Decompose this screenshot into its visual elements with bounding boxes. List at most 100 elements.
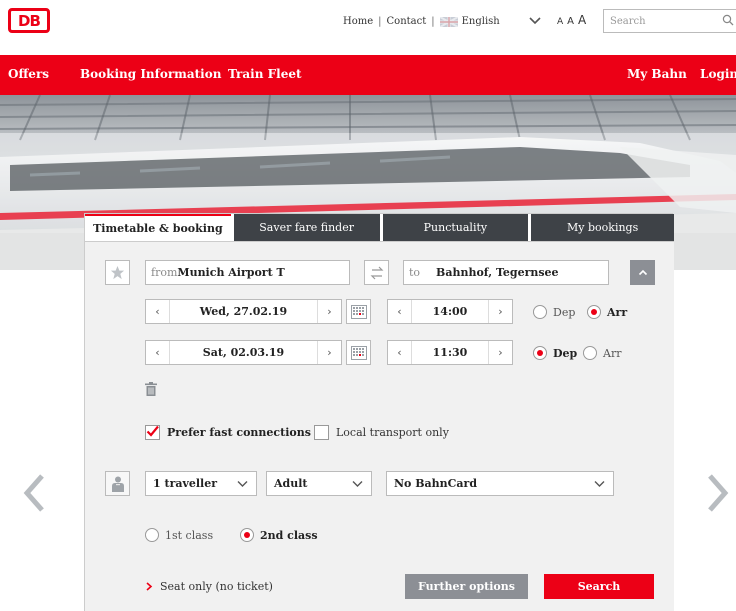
- return-arr-label: Arr: [603, 346, 622, 360]
- nav-train-fleet[interactable]: Train Fleet: [228, 67, 302, 81]
- nav-login[interactable]: Login: [700, 67, 736, 81]
- separator: |: [378, 16, 382, 27]
- font-size-small[interactable]: A: [557, 17, 563, 27]
- from-station-field[interactable]: from Munich Airport T: [145, 260, 350, 285]
- second-class-label: 2nd class: [260, 528, 318, 542]
- outbound-calendar-button[interactable]: [346, 299, 371, 324]
- outbound-time-value[interactable]: 14:00: [412, 305, 488, 318]
- return-date-next[interactable]: ›: [317, 341, 341, 364]
- second-class-radio[interactable]: 2nd class: [240, 528, 318, 542]
- font-size-large[interactable]: A: [578, 13, 586, 27]
- return-time-next[interactable]: ›: [488, 341, 512, 364]
- outbound-arr-label: Arr: [607, 305, 628, 319]
- outbound-date-value[interactable]: Wed, 27.02.19: [170, 305, 317, 318]
- tab-timetable-booking[interactable]: Timetable & booking: [85, 214, 231, 241]
- carousel-prev-icon[interactable]: [22, 473, 46, 513]
- calendar-icon: [350, 345, 367, 360]
- carousel-next-icon[interactable]: [706, 473, 730, 513]
- bahncard-value: No BahnCard: [394, 477, 478, 490]
- tab-punctuality[interactable]: Punctuality: [382, 214, 529, 241]
- return-dep-radio[interactable]: Dep: [533, 346, 577, 360]
- main-navigation: Offers Booking Information Train Fleet M…: [0, 55, 736, 95]
- language-selector[interactable]: English: [462, 16, 500, 27]
- from-station-value: Munich Airport T: [177, 266, 285, 279]
- return-time-stepper: ‹ 11:30 ›: [387, 340, 513, 365]
- outbound-date-prev[interactable]: ‹: [146, 300, 170, 323]
- nav-offers[interactable]: Offers: [8, 67, 49, 81]
- prefer-fast-connections-label: Prefer fast connections: [167, 426, 311, 439]
- traveller-icon-button: [105, 471, 130, 496]
- radio-circle: [533, 346, 547, 360]
- font-size-medium[interactable]: A: [567, 16, 574, 27]
- calendar-icon: [350, 304, 367, 319]
- traveller-type-select[interactable]: Adult: [266, 471, 372, 496]
- person-icon: [111, 476, 124, 492]
- outbound-date-next[interactable]: ›: [317, 300, 341, 323]
- bahncard-select[interactable]: No BahnCard: [386, 471, 614, 496]
- search-icon[interactable]: [722, 14, 734, 26]
- search-input[interactable]: [603, 9, 736, 33]
- font-size-controls: A A A: [557, 13, 586, 27]
- nav-booking-information[interactable]: Booking Information: [80, 67, 221, 81]
- return-date-prev[interactable]: ‹: [146, 341, 170, 364]
- db-logo[interactable]: DB: [8, 8, 50, 33]
- tab-saver-fare-finder[interactable]: Saver fare finder: [233, 214, 380, 241]
- uk-flag-icon: [439, 15, 459, 28]
- home-link[interactable]: Home: [343, 16, 373, 27]
- booking-form: from Munich Airport T to Bahnhof, Tegern…: [85, 241, 674, 611]
- return-time-prev[interactable]: ‹: [388, 341, 412, 364]
- top-bar: DB Home | Contact | English A A A: [0, 0, 736, 50]
- radio-circle: [145, 528, 159, 542]
- chevron-down-icon: [352, 480, 363, 487]
- chevron-up-icon: [638, 269, 647, 275]
- prefer-fast-connections-checkbox[interactable]: Prefer fast connections: [145, 425, 311, 440]
- outbound-dep-label: Dep: [553, 305, 576, 319]
- traveller-type-value: Adult: [274, 477, 308, 490]
- star-icon: [110, 265, 125, 280]
- top-links: Home | Contact | English: [343, 15, 500, 28]
- local-transport-only-label: Local transport only: [336, 426, 449, 439]
- radio-circle: [533, 305, 547, 319]
- traveller-count-value: 1 traveller: [153, 477, 218, 490]
- collapse-form-button[interactable]: [630, 260, 655, 285]
- booking-panel: Timetable & booking Saver fare finder Pu…: [84, 213, 674, 611]
- further-options-button[interactable]: Further options: [405, 574, 528, 599]
- trash-icon[interactable]: [145, 382, 157, 396]
- outbound-time-stepper: ‹ 14:00 ›: [387, 299, 513, 324]
- separator: |: [431, 16, 435, 27]
- swap-stations-button[interactable]: [364, 260, 389, 285]
- return-date-value[interactable]: Sat, 02.03.19: [170, 346, 317, 359]
- return-calendar-button[interactable]: [346, 340, 371, 365]
- checkbox-box: [145, 425, 160, 440]
- to-label: to: [409, 266, 421, 279]
- tab-my-bookings[interactable]: My bookings: [531, 214, 674, 241]
- outbound-time-next[interactable]: ›: [488, 300, 512, 323]
- chevron-right-icon: [146, 582, 153, 591]
- contact-link[interactable]: Contact: [387, 16, 427, 27]
- swap-arrows-icon: [370, 266, 383, 279]
- search-button[interactable]: Search: [544, 574, 654, 599]
- nav-my-bahn[interactable]: My Bahn: [627, 67, 687, 81]
- favorite-star-button[interactable]: [105, 260, 130, 285]
- to-station-value: Bahnhof, Tegernsee: [436, 266, 559, 279]
- chevron-down-icon[interactable]: [528, 14, 542, 28]
- return-dep-label: Dep: [553, 346, 578, 360]
- radio-circle: [240, 528, 254, 542]
- first-class-radio[interactable]: 1st class: [145, 528, 213, 542]
- from-label: from: [151, 266, 178, 279]
- local-transport-only-checkbox[interactable]: Local transport only: [314, 425, 449, 440]
- first-class-label: 1st class: [165, 528, 214, 542]
- return-time-value[interactable]: 11:30: [412, 346, 488, 359]
- to-station-field[interactable]: to Bahnhof, Tegernsee: [403, 260, 609, 285]
- chevron-down-icon: [237, 480, 248, 487]
- traveller-count-select[interactable]: 1 traveller: [145, 471, 257, 496]
- booking-tabs: Timetable & booking Saver fare finder Pu…: [85, 214, 674, 241]
- seat-only-label: Seat only (no ticket): [160, 580, 273, 593]
- seat-only-link[interactable]: Seat only (no ticket): [145, 580, 273, 593]
- outbound-dep-radio[interactable]: Dep: [533, 305, 575, 319]
- return-date-stepper: ‹ Sat, 02.03.19 ›: [145, 340, 342, 365]
- outbound-time-prev[interactable]: ‹: [388, 300, 412, 323]
- return-arr-radio[interactable]: Arr: [583, 346, 621, 360]
- outbound-date-stepper: ‹ Wed, 27.02.19 ›: [145, 299, 342, 324]
- outbound-arr-radio[interactable]: Arr: [587, 305, 627, 319]
